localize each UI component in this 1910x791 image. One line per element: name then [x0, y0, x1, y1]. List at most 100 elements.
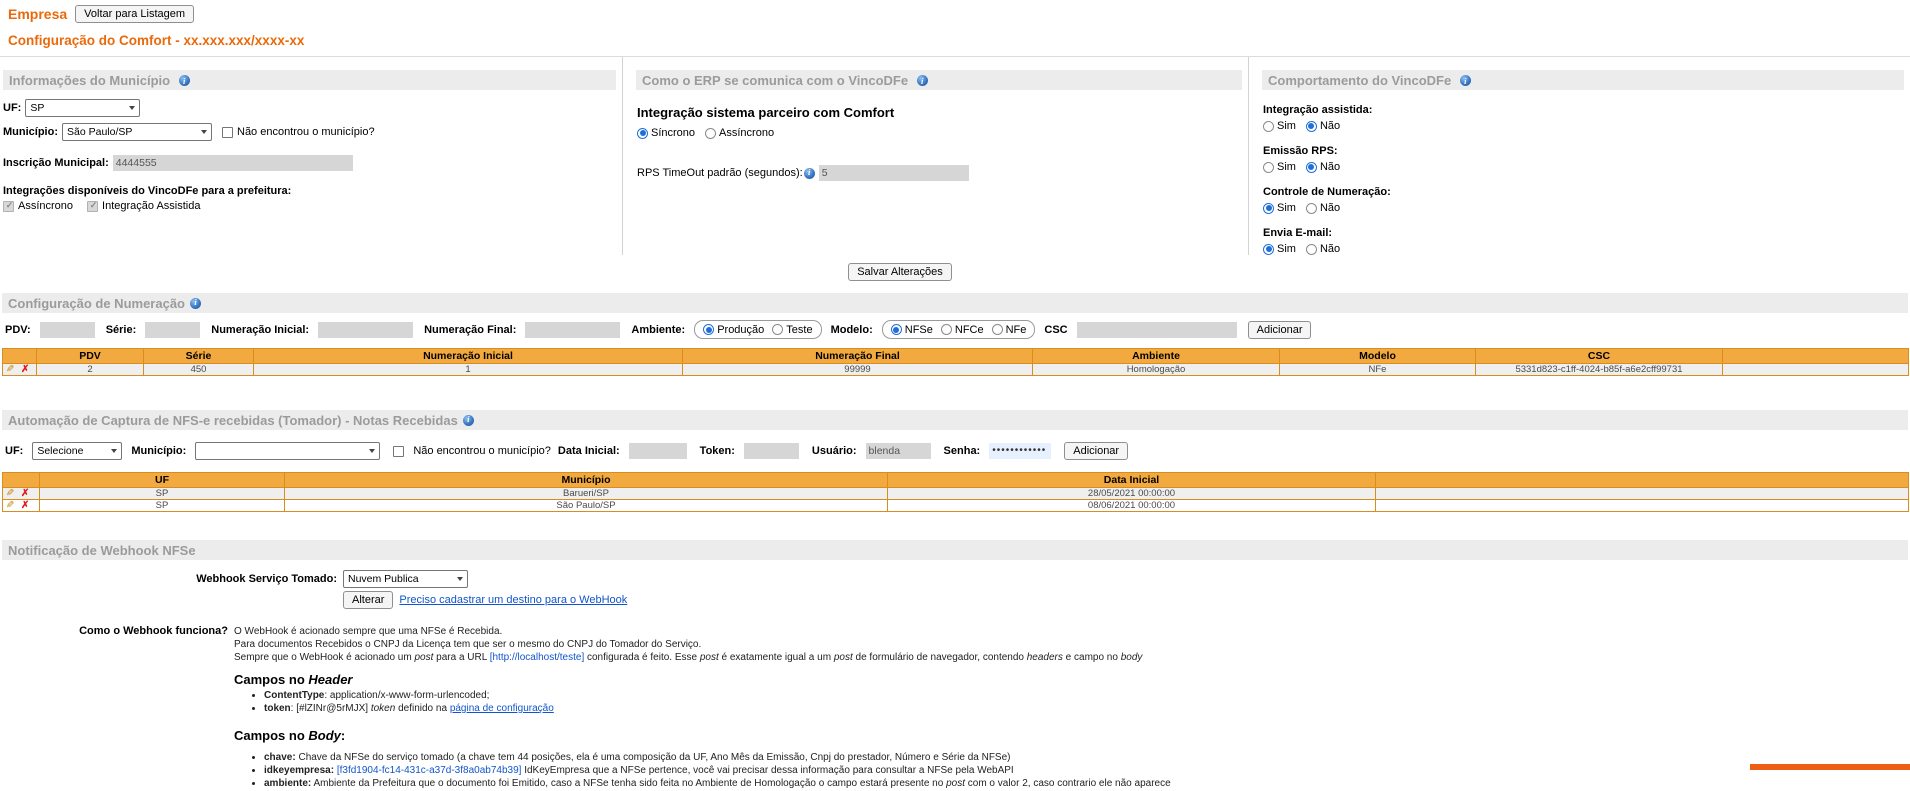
- webhook-line-3: Sempre que o WebHook é acionado um post …: [234, 652, 1143, 663]
- edit-icon[interactable]: ✎: [6, 501, 14, 511]
- envia-email-nao-radio[interactable]: [1305, 243, 1317, 255]
- cell-empty: [1375, 487, 1909, 500]
- delete-icon[interactable]: ✗: [21, 501, 29, 511]
- idkeyempresa-bullet: idkeyempresa: [f3fd1904-fc14-431c-a37d-3…: [264, 765, 1171, 777]
- integracao-assistida-sim-radio[interactable]: [1263, 120, 1274, 132]
- automacao-not-found-checkbox[interactable]: [393, 445, 405, 457]
- integracao-assistida-nao-radio[interactable]: [1305, 120, 1317, 132]
- emissao-rps-nao-radio[interactable]: [1305, 161, 1317, 173]
- panel-comportamento-header: Comportamento do VincoDFe: [1262, 70, 1904, 90]
- cell-municipio: São Paulo/SP: [284, 499, 888, 512]
- envia-email-radios: Sim Não: [1263, 243, 1910, 255]
- numeracao-section-header: Configuração de Numeração: [2, 293, 1908, 313]
- envia-email-sim-radio[interactable]: [1263, 243, 1274, 255]
- chevron-down-icon: [111, 449, 118, 453]
- edit-icon[interactable]: ✎: [6, 489, 14, 499]
- integracao-assistida-label: Integração assistida:: [1263, 104, 1373, 116]
- usuario-label: Usuário:: [811, 445, 857, 457]
- campos-header-title: Campos no Header: [234, 672, 353, 687]
- municipio-not-found-checkbox[interactable]: [222, 126, 233, 138]
- table-row: ✎ ✗ SP São Paulo/SP 08/06/2021 00:00:00: [2, 499, 1909, 512]
- sim-label: Sim: [1277, 202, 1296, 214]
- top-header: Empresa Voltar para Listagem: [0, 0, 1910, 23]
- automacao-add-button[interactable]: Adicionar: [1064, 442, 1129, 460]
- config-page-link[interactable]: página de configuração: [450, 703, 554, 714]
- serie-input[interactable]: [145, 321, 201, 338]
- controle-numeracao-nao-radio[interactable]: [1305, 202, 1317, 214]
- csc-label: CSC: [1044, 323, 1068, 336]
- modelo-label: Modelo:: [830, 323, 873, 336]
- alterar-button[interactable]: Alterar: [343, 591, 394, 609]
- ambiente-label: Ambiente:: [631, 323, 686, 336]
- sincrono-radio[interactable]: [637, 127, 648, 139]
- info-icon[interactable]: [462, 414, 474, 426]
- numeracao-inicial-label: Numeração Inicial:: [211, 323, 310, 336]
- emissao-rps-sim-radio[interactable]: [1263, 161, 1274, 173]
- cell-data-inicial: 08/06/2021 00:00:00: [887, 499, 1376, 512]
- numeracao-add-button[interactable]: Adicionar: [1247, 320, 1312, 339]
- municipio-select[interactable]: São Paulo/SP: [62, 123, 212, 141]
- pdv-input[interactable]: [39, 321, 95, 338]
- webhook-url[interactable]: [http://localhost/teste]: [490, 652, 585, 663]
- senha-input[interactable]: ••••••••••••: [989, 443, 1052, 459]
- info-icon[interactable]: [190, 297, 201, 309]
- automacao-municipio-select[interactable]: [195, 442, 381, 460]
- controle-numeracao-sim-radio[interactable]: [1263, 202, 1274, 214]
- numeracao-inicial-input[interactable]: [318, 321, 414, 338]
- municipio-row: Município: São Paulo/SP Não encontrou o …: [3, 123, 622, 141]
- webhook-line-1: O WebHook é acionado sempre que uma NFSe…: [234, 626, 503, 637]
- modelo-nfe-radio[interactable]: [991, 324, 1003, 335]
- save-button[interactable]: Salvar Alterações: [848, 263, 952, 281]
- col-modelo: Modelo: [1279, 348, 1476, 364]
- assincrono-radio[interactable]: [705, 127, 717, 139]
- webhook-section-title: Notificação de Webhook NFSe: [8, 543, 196, 558]
- bottom-orange-bar[interactable]: [1750, 764, 1910, 770]
- info-icon[interactable]: [803, 167, 815, 179]
- info-icon[interactable]: [1459, 74, 1471, 89]
- back-to-list-button[interactable]: Voltar para Listagem: [75, 5, 195, 23]
- col-num-final: Numeração Final: [682, 348, 1033, 364]
- edit-icon[interactable]: ✎: [6, 365, 14, 375]
- numeracao-final-input[interactable]: [525, 321, 621, 338]
- modelo-nfce-radio[interactable]: [940, 324, 952, 335]
- ambiente-radio-group: Produção Teste: [694, 320, 822, 339]
- info-icon[interactable]: [916, 74, 928, 89]
- token-label: Token:: [699, 445, 735, 457]
- panel-municipio-header: Informações do Município: [3, 70, 616, 90]
- ambiente-producao-radio[interactable]: [703, 324, 715, 335]
- delete-icon[interactable]: ✗: [21, 489, 29, 499]
- idkeyempresa-value: [f3fd1904-fc14-431c-a37d-3f8a0ab74b39]: [334, 765, 522, 776]
- numeracao-table: PDV Série Numeração Inicial Numeração Fi…: [2, 348, 1909, 376]
- delete-icon[interactable]: ✗: [21, 365, 29, 375]
- cell-num-inicial: 1: [253, 363, 683, 376]
- col-data-inicial: Data Inicial: [887, 472, 1376, 488]
- modelo-nfse-label: NFSe: [904, 323, 933, 336]
- data-inicial-input[interactable]: [628, 443, 687, 459]
- ambiente-bullet: ambiente: Ambiente da Prefeitura que o d…: [264, 778, 1171, 790]
- inscricao-input[interactable]: 4444555: [112, 155, 353, 171]
- webhook-servico-select[interactable]: Nuvem Publica: [343, 570, 468, 588]
- cell-uf: SP: [39, 499, 285, 512]
- token-input[interactable]: [743, 443, 799, 459]
- webhook-destino-link[interactable]: Preciso cadastrar um destino para o WebH…: [399, 594, 627, 606]
- automacao-uf-select[interactable]: Selecione: [32, 442, 123, 460]
- col-num-inicial: Numeração Inicial: [253, 348, 683, 364]
- uf-select[interactable]: SP: [25, 99, 141, 117]
- modelo-nfce-label: NFCe: [954, 323, 984, 336]
- webhook-servico-select-value: Nuvem Publica: [348, 573, 419, 585]
- chevron-down-icon: [457, 577, 463, 581]
- rps-timeout-input[interactable]: 5: [818, 165, 969, 181]
- ambiente-teste-radio[interactable]: [772, 324, 784, 335]
- usuario-input[interactable]: blenda: [865, 443, 931, 459]
- uf-label: UF:: [3, 102, 22, 114]
- cell-uf: SP: [39, 487, 285, 500]
- panel-erp-title: Como o ERP se comunica com o VincoDFe: [642, 73, 909, 88]
- chave-bullet: chave: Chave da NFSe do serviço tomado (…: [264, 752, 1171, 764]
- webhook-question-label: Como o Webhook funciona?: [79, 625, 228, 637]
- csc-input[interactable]: [1076, 321, 1237, 338]
- modelo-nfse-radio[interactable]: [890, 324, 902, 335]
- panel-municipio-title: Informações do Município: [9, 73, 171, 88]
- controle-numeracao-radios: Sim Não: [1263, 202, 1910, 214]
- uf-select-value: Selecione: [37, 445, 84, 457]
- info-icon[interactable]: [178, 74, 190, 89]
